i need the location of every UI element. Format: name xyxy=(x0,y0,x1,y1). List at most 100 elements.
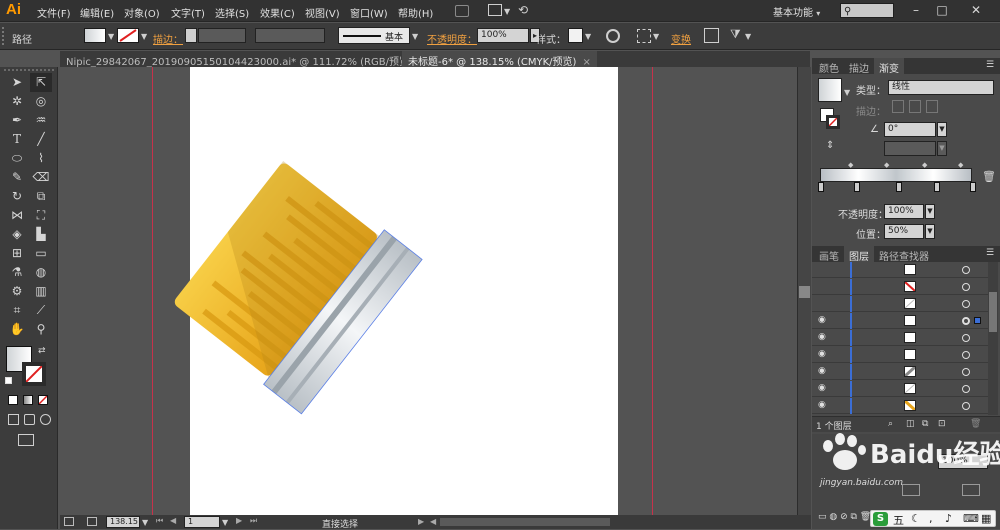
stroke-color-box[interactable] xyxy=(22,362,46,386)
panel-menu-icon[interactable]: ☰ xyxy=(986,60,994,70)
eye-icon[interactable]: ◉ xyxy=(818,400,830,410)
chevron-down-icon[interactable]: ▼ xyxy=(844,88,850,97)
ellipse-tool-icon[interactable]: ⬭ xyxy=(6,149,28,168)
tools-icon[interactable]: ▦ xyxy=(981,512,991,525)
column-graph-tool-icon[interactable]: ▥ xyxy=(30,282,52,301)
trash-icon[interactable]: 🗑 xyxy=(982,170,996,183)
artboard-number-input[interactable]: 1 xyxy=(184,516,220,528)
stop-location-input[interactable]: 50% xyxy=(884,224,924,239)
gradient-preview-swatch[interactable] xyxy=(818,78,842,102)
stroke-swatch[interactable] xyxy=(117,28,139,43)
layer-row[interactable]: ◉ xyxy=(812,347,988,363)
draw-normal-icon[interactable] xyxy=(8,414,19,425)
vertical-scrollbar[interactable] xyxy=(797,67,811,515)
layer-row[interactable]: ◉ xyxy=(812,398,988,414)
panel-menu-icon[interactable]: ☰ xyxy=(986,248,994,258)
tab-color[interactable]: 颜色 xyxy=(814,58,844,75)
eye-icon[interactable]: ◉ xyxy=(818,383,830,393)
pen-tool-icon[interactable]: ✒ xyxy=(6,111,28,130)
transform-link[interactable]: 变换 xyxy=(671,31,691,46)
angle-dropdown-arrow[interactable]: ▼ xyxy=(937,122,947,137)
layer-row[interactable]: ◉ xyxy=(812,364,988,380)
microphone-icon[interactable]: ♪ xyxy=(945,512,952,525)
menu-select[interactable]: 选择(S) xyxy=(215,5,249,20)
menu-effect[interactable]: 效果(C) xyxy=(260,5,295,20)
none-mode-icon[interactable] xyxy=(38,395,48,405)
selection-indicator[interactable] xyxy=(974,317,981,324)
tab-stroke[interactable]: 描边 xyxy=(844,58,874,75)
layer-row[interactable] xyxy=(812,296,988,312)
color-mode-icon[interactable] xyxy=(8,395,18,405)
chevron-down-icon[interactable]: ▼ xyxy=(412,32,418,41)
menu-view[interactable]: 视图(V) xyxy=(305,5,340,20)
artboard-tool-icon[interactable]: ⌗ xyxy=(6,301,28,320)
chevron-down-icon[interactable]: ▼ xyxy=(108,32,114,41)
next-artboard-icon[interactable]: ▶ xyxy=(236,516,242,525)
lasso-tool-icon[interactable]: ◎ xyxy=(30,92,52,111)
type-tool-icon[interactable]: T xyxy=(6,130,28,149)
stroke-label[interactable]: 描边： xyxy=(153,31,183,46)
search-input[interactable]: ⚲ xyxy=(840,3,894,18)
perspective-grid-tool-icon[interactable]: ▙ xyxy=(30,225,52,244)
scrollbar-thumb[interactable] xyxy=(799,286,810,298)
stop-opacity-input[interactable]: 100% xyxy=(884,204,924,219)
curvature-tool-icon[interactable]: ♒ xyxy=(30,111,52,130)
chevron-down-icon[interactable]: ▼ xyxy=(222,518,228,527)
scale-tool-icon[interactable]: ⧉ xyxy=(30,187,52,206)
menu-help[interactable]: 帮助(H) xyxy=(398,5,433,20)
sync-icon[interactable]: ⟲ xyxy=(518,3,528,17)
eyedropper-tool-icon[interactable]: ⚗ xyxy=(6,263,28,282)
horizontal-scrollbar[interactable] xyxy=(440,518,610,526)
brush-definition-dropdown[interactable]: 基本 xyxy=(338,27,410,44)
tab-brushes[interactable]: 画笔 xyxy=(814,246,844,263)
target-icon[interactable] xyxy=(962,283,970,291)
tab-layers[interactable]: 图层 xyxy=(844,246,874,263)
rotate-tool-icon[interactable]: ↻ xyxy=(6,187,28,206)
first-artboard-icon[interactable]: ⏮ xyxy=(156,516,163,526)
paintbrush-tool-icon[interactable]: ⌇ xyxy=(30,149,52,168)
scrollbar-thumb[interactable] xyxy=(989,292,997,332)
eye-icon[interactable]: ◉ xyxy=(818,349,830,359)
layer-row[interactable]: ◉ xyxy=(812,330,988,346)
chevron-down-icon[interactable]: ▼ xyxy=(142,518,148,527)
share-icon[interactable] xyxy=(87,517,97,526)
isolate-selected-icon[interactable] xyxy=(704,28,719,43)
chevron-down-icon[interactable]: ▼ xyxy=(504,7,510,16)
chevron-down-icon[interactable]: ▼ xyxy=(653,32,659,41)
opacity-label[interactable]: 不透明度： xyxy=(427,31,477,46)
tab-pathfinder[interactable]: 路径查找器 xyxy=(874,246,934,263)
default-fill-stroke-icon[interactable] xyxy=(5,377,12,384)
target-icon[interactable] xyxy=(962,368,970,376)
eraser-tool-icon[interactable]: ⌫ xyxy=(30,168,52,187)
panel-menu-icon[interactable]: ⧩ xyxy=(730,27,741,42)
stroke-mini-swatch[interactable] xyxy=(826,115,840,129)
target-icon[interactable] xyxy=(962,300,970,308)
menu-object[interactable]: 对象(O) xyxy=(124,5,160,20)
aspect-ratio-input[interactable] xyxy=(884,141,936,156)
target-icon[interactable] xyxy=(962,351,970,359)
opacity-dropdown-arrow[interactable]: ▼ xyxy=(925,204,935,219)
tab-gradient[interactable]: 渐变 xyxy=(874,58,904,75)
free-transform-tool-icon[interactable]: ⛶ xyxy=(30,206,52,225)
chevron-down-icon[interactable]: ▼ xyxy=(585,32,591,41)
gradient-tool-icon[interactable]: ▭ xyxy=(30,244,52,263)
scroll-left-arrow[interactable]: ◀ xyxy=(430,517,436,526)
pencil-tool-icon[interactable]: ✎ xyxy=(6,168,28,187)
menu-type[interactable]: 文字(T) xyxy=(171,5,205,20)
chevron-down-icon[interactable]: ▼ xyxy=(745,32,751,41)
target-icon[interactable] xyxy=(962,334,970,342)
hand-tool-icon[interactable]: ✋ xyxy=(6,320,28,339)
line-tool-icon[interactable]: ╱ xyxy=(30,130,52,149)
minimize-button[interactable]: – xyxy=(904,3,928,18)
arrange-documents-icon[interactable] xyxy=(488,4,502,16)
stroke-weight-stepper[interactable] xyxy=(185,28,197,43)
draw-inside-icon[interactable] xyxy=(40,414,51,425)
zoom-tool-icon[interactable]: ⚲ xyxy=(30,320,52,339)
chevron-down-icon[interactable]: ▼ xyxy=(141,32,147,41)
eye-icon[interactable]: ◉ xyxy=(818,366,830,376)
workspace-switcher[interactable]: 基本功能 ▾ xyxy=(773,4,820,19)
bridge-icon[interactable] xyxy=(455,5,469,17)
target-icon[interactable] xyxy=(962,266,970,274)
gradient-type-dropdown[interactable]: 线性 xyxy=(888,80,994,95)
blend-tool-icon[interactable]: ◍ xyxy=(30,263,52,282)
